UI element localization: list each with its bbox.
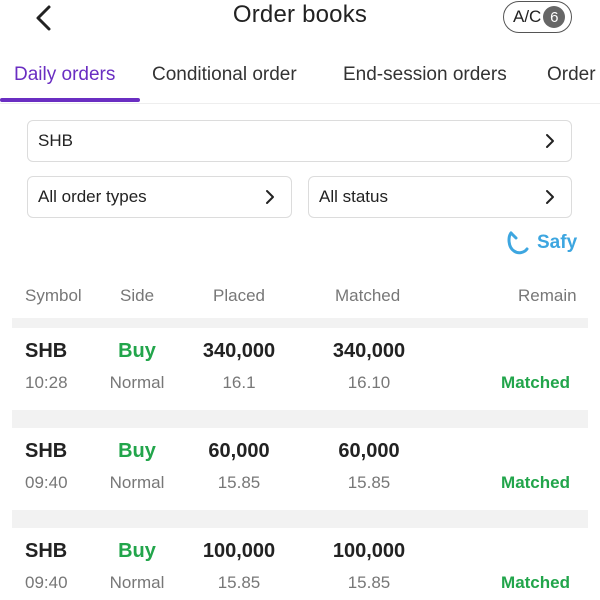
order-time: 10:28 — [25, 373, 68, 392]
order-row[interactable]: SHB 09:40 Buy Normal 100,000 15.85 100,0… — [12, 528, 588, 600]
placed-quantity: 60,000 — [208, 440, 270, 462]
matched-price: 16.10 — [347, 373, 391, 392]
matched-quantity: 60,000 — [338, 440, 400, 462]
column-header-remain: Remain — [518, 286, 577, 305]
order-type-filter-value: All order types — [38, 187, 147, 206]
chevron-right-icon — [266, 190, 274, 204]
column-header-side: Side — [120, 286, 155, 305]
status-filter[interactable]: All status — [308, 176, 572, 218]
tab-conditional-order[interactable]: Conditional order — [152, 64, 297, 86]
order-symbol: SHB — [25, 340, 68, 362]
order-time: 09:40 — [25, 473, 68, 492]
chevron-right-icon — [546, 134, 554, 148]
placed-price: 15.85 — [217, 573, 261, 592]
order-side: Buy — [118, 440, 156, 462]
row-separator — [12, 510, 588, 528]
account-count-badge: 6 — [543, 6, 566, 28]
matched-price: 15.85 — [347, 473, 391, 492]
column-header-placed: Placed — [213, 286, 265, 305]
column-header-matched: Matched — [335, 286, 401, 305]
placed-price: 15.85 — [217, 473, 261, 492]
matched-quantity: 340,000 — [332, 340, 406, 362]
matched-quantity: 100,000 — [332, 540, 406, 562]
tab-end-session-orders[interactable]: End-session orders — [343, 64, 507, 86]
safy-shield-icon — [507, 231, 529, 255]
order-tabs: Daily orders Conditional order End-sessi… — [0, 50, 600, 104]
order-type: Normal — [109, 473, 165, 492]
status-filter-value: All status — [319, 187, 388, 206]
matched-price: 15.85 — [347, 573, 391, 592]
chevron-right-icon — [546, 190, 554, 204]
safy-label: Safy — [537, 232, 578, 253]
order-symbol: SHB — [25, 540, 68, 562]
row-separator — [12, 318, 588, 328]
account-switch-button[interactable]: A/C 6 — [503, 1, 572, 33]
order-status: Matched — [501, 473, 570, 492]
order-books-screen: Order books A/C 6 Daily orders Condition… — [0, 0, 600, 600]
order-status: Matched — [501, 573, 570, 592]
order-type: Normal — [109, 373, 165, 392]
safy-button[interactable]: Safy — [505, 228, 577, 258]
placed-quantity: 100,000 — [202, 540, 276, 562]
placed-price: 16.1 — [222, 373, 256, 392]
account-label: A/C — [513, 7, 542, 26]
order-type: Normal — [109, 573, 165, 592]
tab-order[interactable]: Order — [547, 64, 596, 86]
placed-quantity: 340,000 — [202, 340, 276, 362]
order-row[interactable]: SHB 10:28 Buy Normal 340,000 16.1 340,00… — [12, 328, 588, 410]
order-time: 09:40 — [25, 573, 68, 592]
order-side: Buy — [118, 340, 156, 362]
tab-daily-orders[interactable]: Daily orders — [14, 64, 115, 86]
header: Order books A/C 6 — [0, 0, 600, 40]
order-row[interactable]: SHB 09:40 Buy Normal 60,000 15.85 60,000… — [12, 428, 588, 510]
order-symbol: SHB — [25, 440, 68, 462]
symbol-filter[interactable]: SHB — [27, 120, 572, 162]
order-side: Buy — [118, 540, 156, 562]
order-status: Matched — [501, 373, 570, 392]
symbol-filter-value: SHB — [38, 131, 73, 150]
active-tab-indicator — [0, 98, 140, 102]
row-separator — [12, 410, 588, 428]
order-type-filter[interactable]: All order types — [27, 176, 292, 218]
column-header-symbol: Symbol — [25, 286, 82, 305]
